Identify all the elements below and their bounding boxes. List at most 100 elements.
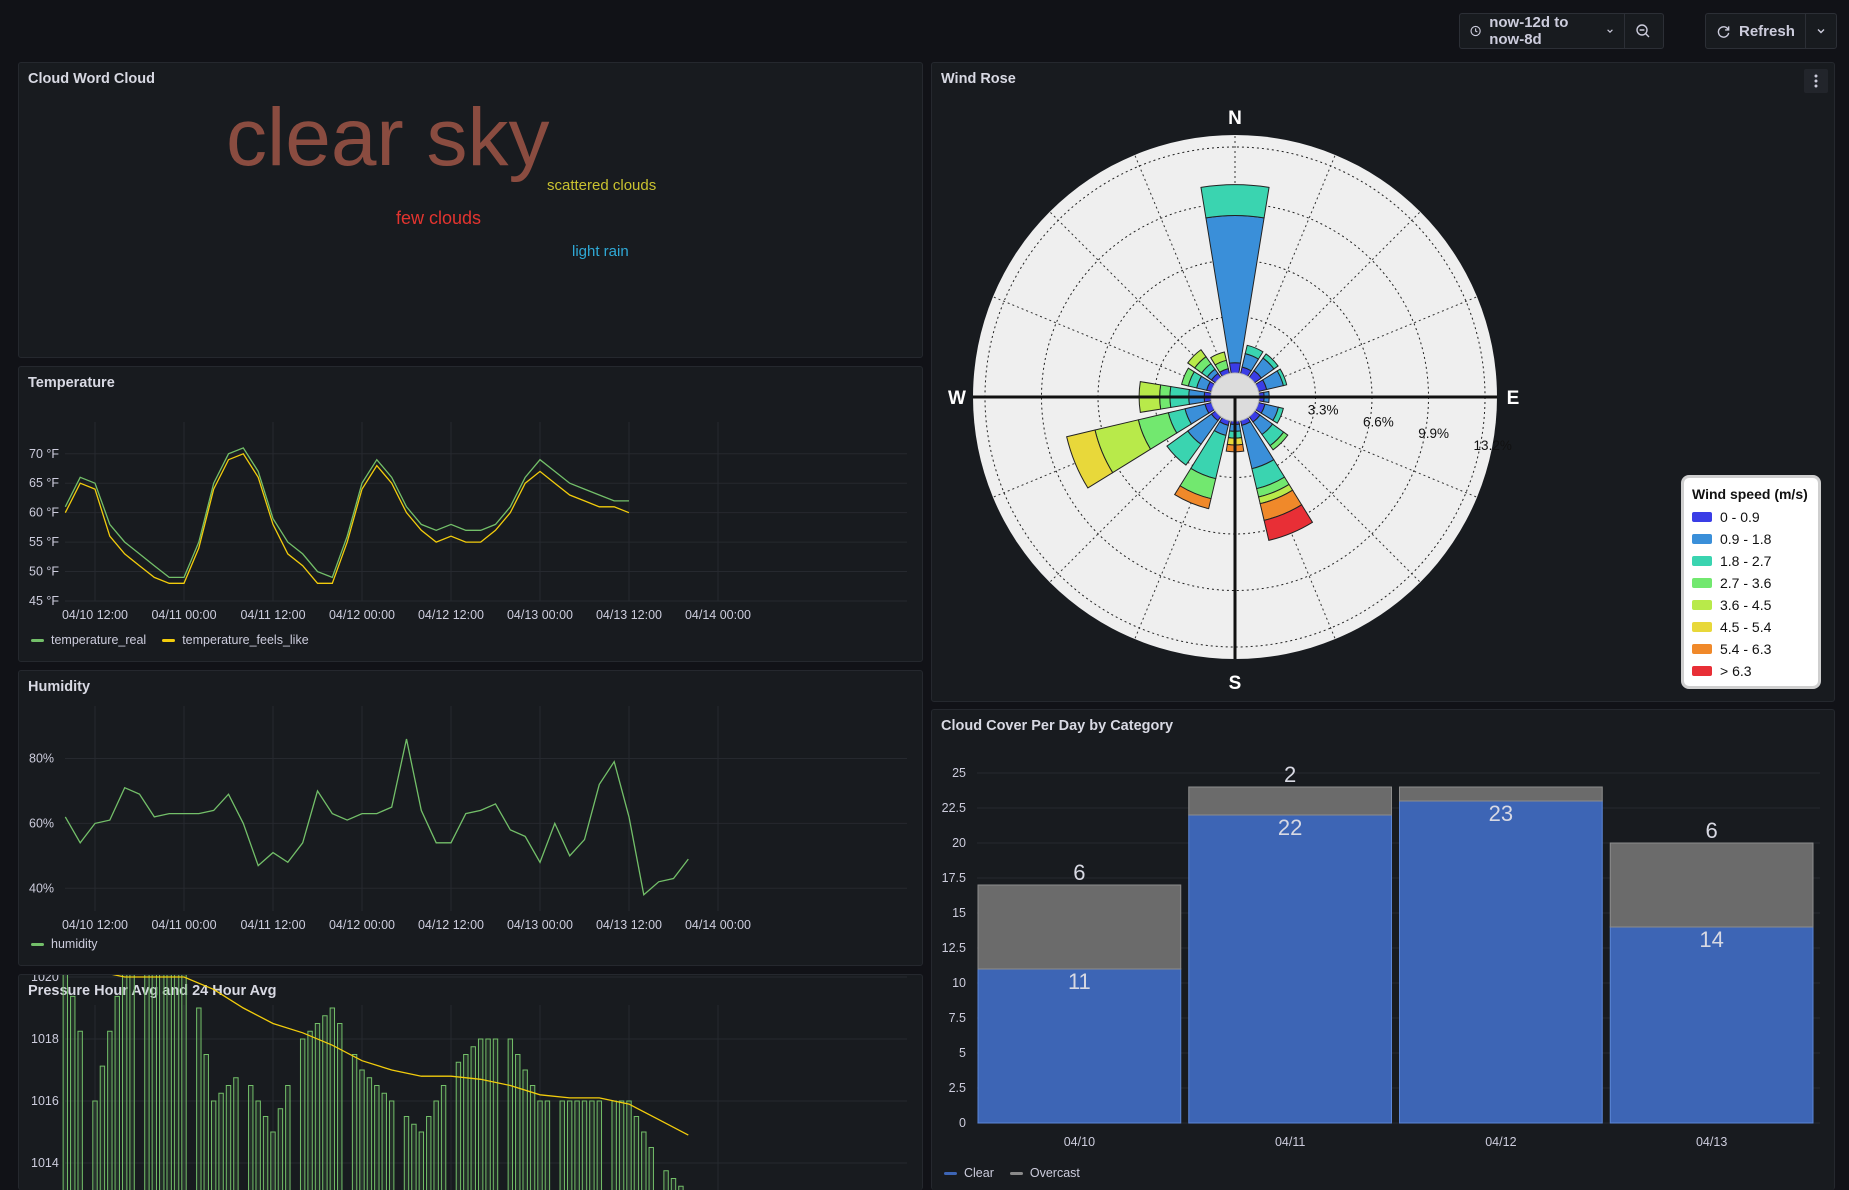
pressure-bar — [374, 1085, 380, 1190]
legend-swatch — [162, 638, 176, 642]
time-range-label: now-12d to now-8d — [1489, 14, 1569, 48]
y-tick-label: 70 °F — [29, 447, 59, 461]
x-tick-label: 04/13 00:00 — [507, 918, 573, 932]
x-tick-label: 04/13 — [1696, 1135, 1727, 1149]
legend-label: humidity — [51, 937, 98, 951]
data-label: 2 — [1284, 762, 1296, 787]
wind-legend-swatch — [1692, 534, 1712, 544]
refresh-interval-dropdown[interactable] — [1805, 14, 1836, 48]
top-toolbar: now-12d to now-8d Refresh — [0, 0, 1849, 62]
temperature-legend: temperature_real temperature_feels_like — [31, 633, 309, 647]
pressure-bar — [559, 1100, 565, 1190]
wind-legend-swatch — [1692, 644, 1712, 654]
legend-label: temperature_real — [51, 633, 147, 647]
y-tick-label: 1014 — [31, 1156, 59, 1170]
wind-legend-item: 1.8 - 2.7 — [1692, 550, 1818, 572]
pressure-chart: 10221020101810161014 — [31, 975, 907, 1190]
x-tick-label: 04/13 00:00 — [507, 608, 573, 622]
pressure-bar — [225, 1085, 232, 1190]
y-tick-label: 40% — [29, 881, 54, 895]
wind-legend-swatch — [1692, 578, 1712, 588]
pressure-bar — [270, 1131, 276, 1190]
y-tick-label: 20 — [952, 836, 966, 850]
pressure-bar — [574, 1100, 580, 1190]
pressure-bar — [544, 1100, 551, 1190]
refresh-picker[interactable]: Refresh — [1705, 13, 1837, 49]
pressure-bar — [581, 1100, 588, 1190]
bar-clear-04/12 — [1399, 800, 1603, 1124]
x-tick-label: 04/11 12:00 — [240, 608, 305, 622]
refresh-label: Refresh — [1739, 22, 1795, 40]
wind-legend-swatch — [1692, 622, 1712, 632]
pressure-bar — [351, 1054, 358, 1190]
direction-label-e: E — [1507, 388, 1520, 409]
x-tick-label: 04/10 12:00 — [62, 608, 128, 622]
refresh-icon — [1717, 25, 1730, 38]
wind-legend-item: 5.4 - 6.3 — [1692, 638, 1818, 660]
pressure-bar — [381, 1092, 387, 1190]
y-tick-label: 1020 — [31, 975, 59, 984]
pressure-bar — [507, 1038, 514, 1190]
pressure-bar — [114, 995, 120, 1190]
pressure-bar — [121, 975, 128, 1190]
legend-label: Clear — [964, 1166, 994, 1180]
pressure-bar — [678, 1185, 684, 1190]
ring-label: 6.6% — [1363, 414, 1394, 429]
legend-item-temperature-real[interactable]: temperature_real — [31, 633, 146, 647]
y-tick-label: 0 — [959, 1116, 966, 1130]
time-range-button[interactable]: now-12d to now-8d — [1460, 14, 1624, 48]
pressure-bar — [196, 1007, 202, 1190]
pressure-bar — [515, 1054, 521, 1190]
pressure-bar — [470, 1046, 476, 1190]
bar-clear-04/13 — [1609, 926, 1814, 1124]
legend-swatch — [944, 1171, 957, 1175]
chevron-down-icon — [1607, 29, 1613, 33]
pressure-bar — [262, 1116, 269, 1190]
pressure-bar — [633, 1116, 640, 1190]
legend-item-clear[interactable]: Clear — [944, 1166, 994, 1180]
pressure-bar — [611, 1100, 617, 1190]
y-tick-label: 25 — [952, 766, 966, 780]
pressure-bar — [433, 1100, 439, 1190]
pressure-bar — [403, 1116, 410, 1190]
pressure-bar — [62, 975, 69, 1190]
rose-wedge-N — [1200, 184, 1270, 219]
x-tick-label: 04/11 00:00 — [151, 608, 216, 622]
x-tick-label: 04/13 12:00 — [596, 608, 662, 622]
pressure-bar — [277, 1108, 284, 1190]
wind-legend-title: Wind speed (m/s) — [1692, 486, 1808, 502]
direction-label-n: N — [1228, 108, 1242, 129]
data-label: 23 — [1489, 801, 1513, 826]
pressure-bar — [366, 1077, 373, 1190]
legend-swatch — [31, 638, 44, 642]
x-tick-label: 04/13 12:00 — [596, 918, 662, 932]
legend-item-humidity[interactable]: humidity — [31, 937, 98, 951]
wind-legend-label: 1.8 - 2.7 — [1720, 553, 1772, 569]
legend-item-temperature-feels-like[interactable]: temperature_feels_like — [162, 633, 309, 647]
humidity-legend: humidity — [31, 937, 98, 951]
panel-cloud-word-cloud: Cloud Word Cloud clear sky scattered clo… — [18, 62, 923, 358]
y-tick-label: 7.5 — [949, 1011, 966, 1025]
time-range-picker[interactable]: now-12d to now-8d — [1459, 13, 1664, 49]
pressure-bar — [411, 1123, 417, 1190]
pressure-bar — [285, 1085, 291, 1190]
pressure-bar — [218, 1092, 224, 1190]
y-tick-label: 80% — [29, 751, 54, 765]
ring-label: 9.9% — [1418, 426, 1449, 441]
pressure-bar — [426, 1116, 432, 1190]
bar-clear-04/11 — [1188, 814, 1392, 1124]
pressure-bar — [529, 1085, 536, 1190]
direction-label-s: S — [1229, 673, 1242, 694]
zoom-out-button[interactable] — [1624, 14, 1663, 48]
y-tick-label: 17.5 — [942, 871, 966, 885]
x-tick-label: 04/12 12:00 — [418, 918, 484, 932]
panel-pressure: Pressure Hour Avg and 24 Hour Avg 102210… — [18, 974, 923, 1190]
pressure-bar — [166, 975, 172, 1190]
legend-item-overcast[interactable]: Overcast — [1009, 1166, 1080, 1180]
refresh-button[interactable]: Refresh — [1706, 14, 1805, 48]
pressure-bar — [388, 1100, 395, 1190]
y-tick-label: 5 — [959, 1046, 966, 1060]
pressure-bar — [129, 975, 135, 1190]
pressure-bar — [492, 1038, 499, 1190]
pressure-bar — [648, 1147, 654, 1190]
